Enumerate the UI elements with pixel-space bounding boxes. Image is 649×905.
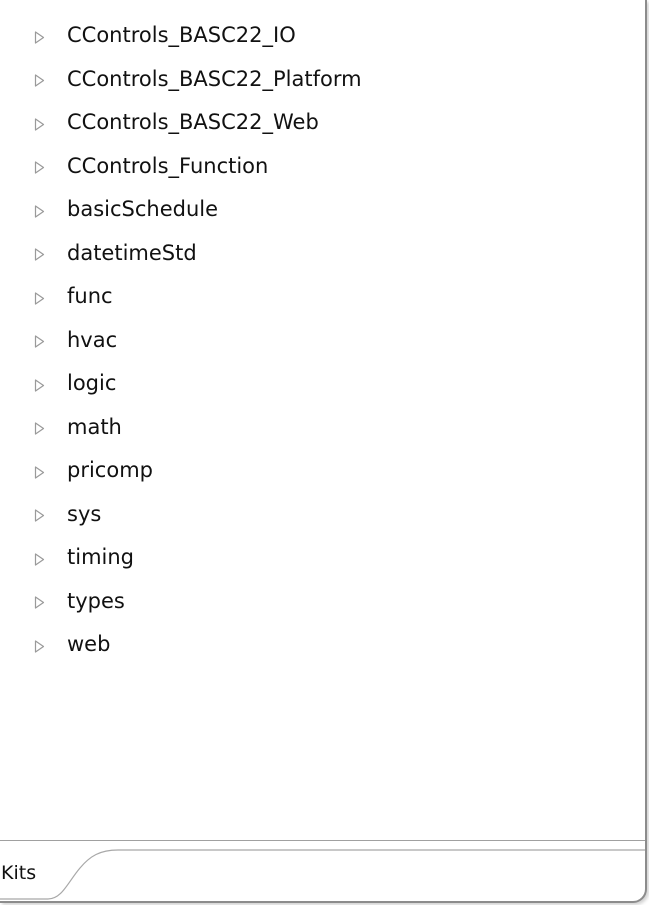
tree-item-label: web — [67, 632, 111, 657]
expand-arrow-icon[interactable] — [34, 161, 45, 174]
expand-arrow-icon[interactable] — [34, 553, 45, 566]
tree-item-label: datetimeStd — [67, 240, 197, 265]
kits-panel: CControls_BASC22_IO CControls_BASC22_Pla… — [0, 0, 647, 903]
expand-arrow-icon[interactable] — [34, 466, 45, 479]
expand-arrow-icon[interactable] — [34, 335, 45, 348]
tab-kits[interactable]: Kits — [1, 864, 36, 883]
tree-item-label: pricomp — [67, 458, 153, 483]
tree-item-label: timing — [67, 545, 134, 570]
expand-arrow-icon[interactable] — [34, 292, 45, 305]
tree-item-label: math — [67, 414, 122, 439]
tree-item-label: sys — [67, 501, 102, 526]
tree-item-label: CControls_Function — [67, 153, 269, 178]
tab-strip: Kits — [0, 840, 645, 901]
tree-item-label: hvac — [67, 327, 118, 352]
expand-arrow-icon[interactable] — [34, 118, 45, 131]
expand-arrow-icon[interactable] — [34, 31, 45, 44]
tree-item-label: basicSchedule — [67, 197, 219, 222]
expand-arrow-icon[interactable] — [34, 379, 45, 392]
tree-item-label: func — [67, 284, 113, 309]
expand-arrow-icon[interactable] — [34, 509, 45, 522]
tab-outline — [0, 849, 645, 900]
tree-item-label: CControls_BASC22_Platform — [67, 66, 362, 91]
expand-arrow-icon[interactable] — [34, 248, 45, 261]
expand-arrow-icon[interactable] — [34, 640, 45, 653]
tree-item-label: CControls_BASC22_IO — [67, 23, 296, 48]
tree-item-label: types — [67, 588, 125, 613]
expand-arrow-icon[interactable] — [34, 596, 45, 609]
expand-arrow-icon[interactable] — [34, 205, 45, 218]
tree-item-label: CControls_BASC22_Web — [67, 110, 319, 135]
tree-item-label: logic — [67, 371, 117, 396]
expand-arrow-icon[interactable] — [34, 74, 45, 87]
expand-arrow-icon[interactable] — [34, 422, 45, 435]
